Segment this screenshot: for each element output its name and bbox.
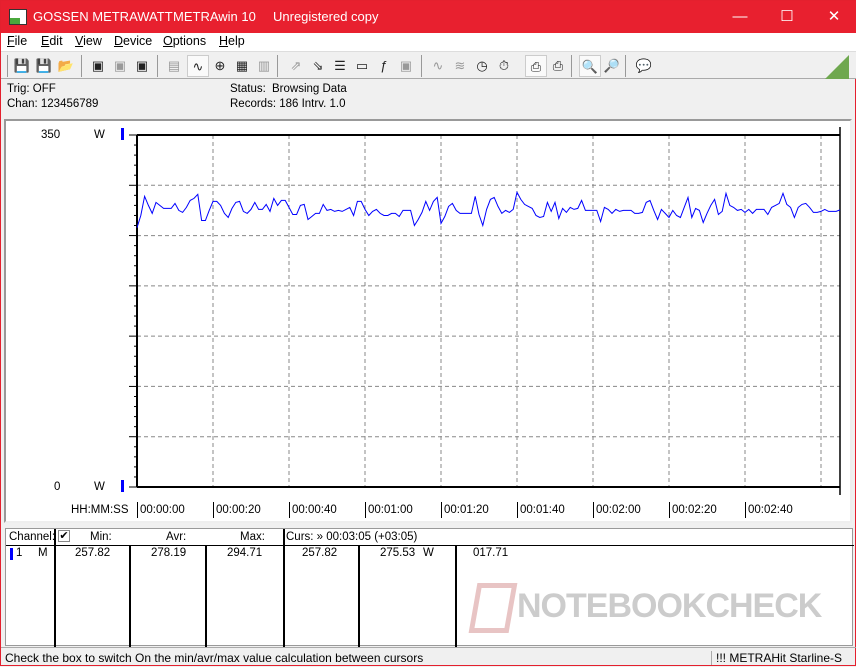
- header-avr: Avr:: [166, 531, 187, 543]
- x-tick-label: 00:02:20: [669, 502, 717, 518]
- cursor2-value: 275.53: [380, 547, 416, 559]
- cursor3-value: 017.71: [473, 547, 509, 559]
- watermark-logo: NOTEBOOKCHECK: [468, 583, 853, 643]
- cursor2-unit: W: [423, 547, 434, 559]
- data-series-line: [136, 190, 841, 228]
- x-tick-label: 00:00:40: [289, 502, 337, 518]
- channel-color-icon: [10, 548, 13, 560]
- minmax-checkbox[interactable]: ✔: [58, 530, 70, 542]
- header-max: Max:: [240, 531, 265, 543]
- header-cursor: Curs: » 00:03:05 (+03:05): [286, 531, 418, 543]
- status-hint: Check the box to switch On the min/avr/m…: [5, 651, 424, 665]
- channel-number: 1: [16, 547, 23, 559]
- status-bar: Check the box to switch On the min/avr/m…: [1, 647, 856, 667]
- line-chart: [129, 127, 841, 495]
- min-value: 257.82: [75, 547, 111, 559]
- header-min: Min:: [90, 531, 112, 543]
- cursor1-value: 257.82: [302, 547, 338, 559]
- x-tick-label: 00:01:40: [517, 502, 565, 518]
- x-axis-label: HH:MM:SS: [71, 504, 129, 516]
- header-channel: Channel:: [9, 531, 56, 543]
- x-tick-label: 00:01:20: [441, 502, 489, 518]
- channel-mode: M: [38, 547, 48, 559]
- x-tick-label: 00:02:40: [745, 502, 793, 518]
- device-name: !!! METRAHit Starline-S: [711, 651, 842, 665]
- x-tick-label: 00:00:20: [213, 502, 261, 518]
- x-tick-label: 00:02:00: [593, 502, 641, 518]
- x-tick-label: 00:01:00: [365, 502, 413, 518]
- x-tick-label: 00:00:00: [137, 502, 185, 518]
- avr-value: 278.19: [151, 547, 187, 559]
- max-value: 294.71: [227, 547, 263, 559]
